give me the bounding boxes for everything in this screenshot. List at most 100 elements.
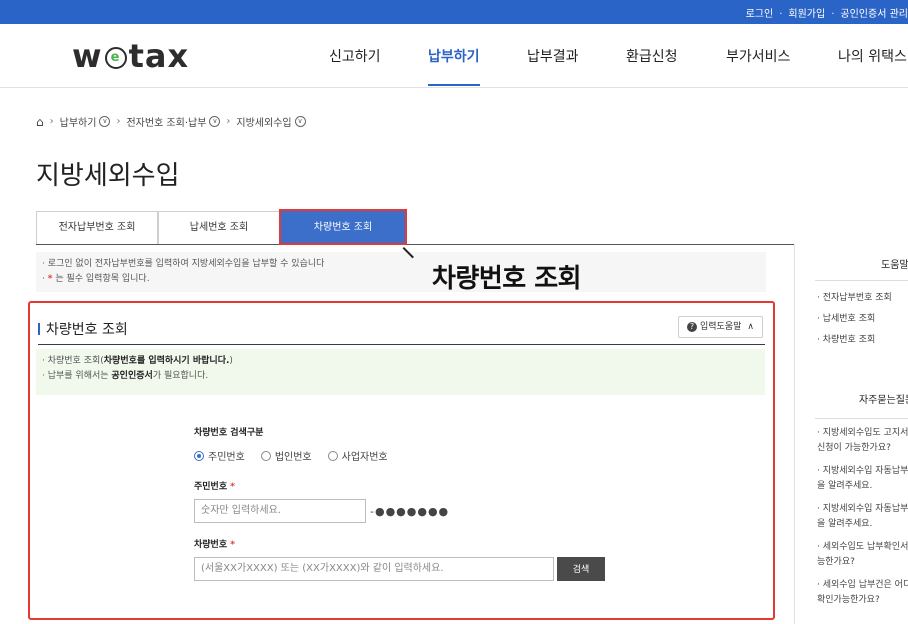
faq-title: 자주묻는질문 [859,395,908,406]
callout-label: 차량번호 조회 [432,264,582,294]
faq-text: · 지방세외수입도 고지서 [817,428,908,438]
sidebar-divider [815,418,908,419]
chevron-right-icon: › [226,116,231,127]
utility-separator: · [779,9,783,20]
info-text-bold: 차량번호를 입력하시기 바랍니다. [103,356,230,366]
question-icon: ? [687,322,697,332]
tab-vehicle-number[interactable]: 차량번호 조회 [279,209,407,245]
faq-text: · 세외수입 납부건은 어디 [817,580,908,590]
notice-required-line: · * 는 필수 입력항목 입니다. [42,274,150,284]
logo-e-icon: e [104,47,127,69]
help-item[interactable]: · 차량번호 조회 [817,330,892,351]
menu-report[interactable]: 신고하기 [329,46,381,66]
resident-number-label: 주민번호 * [194,479,634,492]
section-divider [38,344,765,345]
utility-separator: · [831,9,835,20]
faq-text: · 지방세외수입 자동납부 [817,504,908,514]
menu-payment-result[interactable]: 납부결과 [527,46,579,66]
breadcrumb-item[interactable]: 지방세외수입 [236,114,291,129]
faq-text: 능한가요? [817,557,855,567]
wetax-logo[interactable]: w e tax [72,37,189,75]
home-icon[interactable]: ⌂ [36,115,44,129]
faq-item[interactable]: · 지방세외수입 자동납부을 알려주세요. [817,502,908,532]
chevron-right-icon: › [49,116,54,127]
resident-number-row: 숫자만 입력하세요. -●●●●●●● [194,499,634,523]
input-help-button[interactable]: ? 입력도움말 ∧ [678,316,763,338]
menu-refund[interactable]: 환급신청 [626,46,678,66]
faq-item[interactable]: · 지방세외수입도 고지서신청이 가능한가요? [817,426,908,456]
notice-line: · 로그인 없이 전자납부번호를 입력하여 지방세외수입을 납부할 수 있습니다 [42,259,325,269]
menu-payment[interactable]: 납부하기 [428,46,480,86]
faq-text: 을 알려주세요. [817,519,873,529]
radio-resident-number[interactable]: 주민번호 [194,448,245,463]
faq-text: · 세외수입도 납부확인서 [817,542,908,552]
radio-label: 주민번호 [208,452,245,463]
help-item[interactable]: · 납세번호 조회 [817,309,892,330]
signup-link[interactable]: 회원가입 [788,9,825,20]
search-button[interactable]: 검색 [557,557,605,581]
help-item[interactable]: · 전자납부번호 조회 [817,288,892,309]
vehicle-number-label: 차량번호 * [194,537,634,550]
info-text: · 납부를 위해서는 [42,371,112,381]
tab-electronic-payment-number[interactable]: 전자납부번호 조회 [36,211,158,244]
info-line: · 차량번호 조회(차량번호를 입력하시기 바랍니다.) [42,354,759,369]
notice-box: · 로그인 없이 전자납부번호를 입력하여 지방세외수입을 납부할 수 있습니다… [36,252,766,292]
faq-text: 확인가능한가요? [817,595,880,605]
login-link[interactable]: 로그인 [746,9,774,20]
radio-checked-icon [194,450,204,461]
vehicle-search-panel: 차량번호 조회 ? 입력도움말 ∧ · 차량번호 조회(차량번호를 입력하시기 바랍… [28,301,775,620]
certificate-link[interactable]: 공인인증서 관리 [840,9,908,20]
faq-item[interactable]: · 지방세외수입 자동납부을 알려주세요. [817,464,908,494]
resident-number-label-text: 주민번호 [194,482,228,492]
radio-unchecked-icon [327,450,338,461]
chevron-down-icon[interactable]: ∨ [99,116,111,127]
utility-links: 로그인 · 회원가입 · 공인인증서 관리 [746,5,908,20]
help-button-label: 입력도움말 [700,322,742,332]
required-mark: * [230,540,235,550]
vehicle-number-label-text: 차량번호 [194,540,228,550]
info-text: ) [229,356,233,366]
menu-additional-service[interactable]: 부가서비스 [726,46,790,66]
search-type-label: 차량번호 검색구분 [194,428,264,438]
menu-my-wetax[interactable]: 나의 위택스 [838,46,907,66]
breadcrumb: ⌂ › 납부하기 ∨ › 전자번호 조회·납부 ∨ › 지방세외수입 ∨ [36,114,306,129]
faq-item[interactable]: · 세외수입도 납부확인서능한가요? [817,540,908,570]
faq-item[interactable]: · 세외수입 납부건은 어디확인가능한가요? [817,578,908,608]
breadcrumb-item[interactable]: 전자번호 조회·납부 [126,114,206,129]
radio-corporate-number[interactable]: 법인번호 [260,448,312,463]
help-title: 도움말 [881,260,908,271]
info-text: · 차량번호 조회( [42,356,104,366]
sidebar-divider [815,280,908,281]
resident-number-masked: -●●●●●●● [370,504,450,518]
radio-unchecked-icon [260,450,271,461]
info-box: · 차량번호 조회(차량번호를 입력하시기 바랍니다.) · 납부를 위해서는 … [36,349,765,395]
radio-label: 법인번호 [274,452,312,463]
required-mark: * [47,274,53,284]
info-line: · 납부를 위해서는 공인인증서가 필요합니다. [42,369,759,384]
faq-text: 을 알려주세요. [817,481,873,491]
faq-list: · 지방세외수입도 고지서 신청이 가능한가요? · 지방세외수입 자동납부 을 알… [817,426,908,616]
help-list: · 전자납부번호 조회 · 납세번호 조회 · 차량번호 조회 [817,288,892,351]
vehicle-number-input[interactable]: (서울XX가XXXX) 또는 (XX가XXXX)와 같이 입력하세요. [194,557,554,581]
radio-label: 사업자번호 [341,452,388,463]
radio-business-number[interactable]: 사업자번호 [327,448,388,463]
chevron-down-icon[interactable]: ∨ [294,116,306,127]
chevron-down-icon[interactable]: ∨ [209,116,221,127]
page-title: 지방세외수입 [36,161,180,191]
chevron-right-icon: › [116,116,121,127]
section-title: 차량번호 조회 [38,319,128,339]
resident-number-input[interactable]: 숫자만 입력하세요. [194,499,366,523]
faq-text: · 지방세외수입 자동납부 [817,466,908,476]
help-sidebar: 도움말 · 전자납부번호 조회 · 납세번호 조회 · 차량번호 조회 자주묻는… [794,244,908,624]
breadcrumb-item[interactable]: 납부하기 [60,114,97,129]
faq-text: 신청이 가능한가요? [817,443,891,453]
vehicle-number-row: (서울XX가XXXX) 또는 (XX가XXXX)와 같이 입력하세요. 검색 [194,557,634,581]
search-type-radios: 주민번호 법인번호 사업자번호 [194,448,634,463]
info-text: 가 필요합니다. [152,371,209,381]
required-mark: * [230,482,235,492]
tab-tax-number[interactable]: 납세번호 조회 [158,211,280,244]
chevron-up-icon: ∧ [747,322,754,332]
search-form: 차량번호 검색구분 주민번호 법인번호 사업자번호 주민번호 * 숫자만 입력하… [194,425,634,581]
top-utility-bar: 로그인 · 회원가입 · 공인인증서 관리 [0,0,908,24]
notice-required-text: 는 필수 입력항목 입니다. [55,274,150,284]
